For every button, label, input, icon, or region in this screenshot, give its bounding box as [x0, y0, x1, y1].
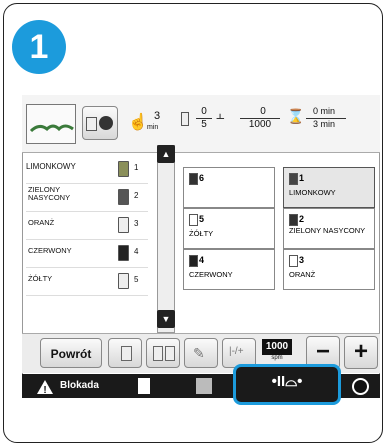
spool-icon [118, 245, 129, 261]
speed-unit-label: spm [271, 355, 283, 361]
wand-icon: ✎ [193, 345, 205, 361]
spool-icon [189, 214, 198, 226]
scroll-up-button[interactable]: ▲ [157, 145, 175, 163]
spool-cell[interactable]: 5 ŻÓŁTY [183, 208, 275, 249]
time-total: 3 min [312, 119, 335, 129]
step-number-badge: 1 [12, 20, 66, 74]
spool-icon [118, 273, 129, 289]
highlight-frame [233, 364, 341, 405]
speed-display: 1000 [262, 339, 292, 355]
list-item[interactable]: CZERWONY 4 [26, 239, 148, 268]
spool-icon [289, 173, 298, 185]
list-item[interactable]: ORANŻ 3 [26, 211, 148, 240]
color-total: 5 [201, 119, 207, 130]
stitch-total: 1000 [248, 119, 272, 130]
spool-icon [189, 255, 198, 267]
help-icon[interactable] [196, 378, 212, 394]
speed-value: 3 [153, 110, 161, 122]
speed-plus-button[interactable]: + [344, 336, 378, 369]
spool-icon [118, 217, 129, 233]
spool-icon [118, 189, 129, 205]
spool-icon [289, 214, 298, 226]
stop-icon [99, 116, 113, 130]
spool-cell-selected[interactable]: 1 LIMONKOWY [283, 167, 375, 208]
magic-wand-button[interactable]: ✎ [184, 338, 218, 368]
spool-cell[interactable]: 4 CZERWONY [183, 249, 275, 290]
lock-label: Blokada [60, 380, 99, 391]
list-item[interactable]: ZIELONY NASYCONY 2 [26, 183, 148, 212]
spool-icon [118, 161, 129, 177]
design-thumbnail[interactable] [26, 104, 76, 144]
spool-start-button[interactable] [108, 338, 142, 368]
spool-count-icon [181, 112, 189, 126]
back-button[interactable]: Powrót [40, 338, 102, 368]
spool-swap-button[interactable] [146, 338, 180, 368]
color-current: 0 [201, 106, 207, 117]
needle-icon: ⫠ [216, 106, 225, 122]
spool-grid: 6 1 LIMONKOWY 5 ŻÓŁTY 2 ZIELONY NASYCONY… [181, 165, 383, 290]
spool-icon [165, 346, 175, 361]
spool-icon [153, 346, 163, 361]
birds-icon [29, 124, 74, 133]
list-item[interactable]: ŻÓŁTY 5 [26, 267, 148, 296]
document-icon[interactable] [138, 378, 150, 394]
spool-cell[interactable]: 3 ORANŻ [283, 249, 375, 290]
spool-icon [86, 117, 97, 131]
spool-cell[interactable]: 2 ZIELONY NASYCONY [283, 208, 375, 249]
time-current: 0 min [312, 106, 335, 116]
scrollbar[interactable] [157, 145, 175, 333]
spool-icon [121, 346, 132, 361]
scroll-down-button[interactable]: ▼ [157, 310, 175, 328]
spool-icon [289, 255, 298, 267]
svg-text:!: ! [43, 385, 46, 395]
color-list: LIMONKOWY 1 ZIELONY NASYCONY 2 ORANŻ 3 C… [22, 155, 150, 325]
lock-button[interactable]: ! Blokada [30, 374, 118, 398]
hand-icon: ☝ [128, 114, 148, 131]
spool-icon [189, 173, 198, 185]
hourglass-icon: ⌛ [287, 108, 305, 124]
speed-unit: min [147, 124, 159, 131]
stop-button[interactable] [82, 106, 118, 140]
spool-cell[interactable]: 6 [183, 167, 275, 208]
stitch-current: 0 [260, 106, 266, 117]
warning-icon: ! [37, 380, 53, 395]
clock-icon[interactable] [352, 378, 369, 395]
needle-adjust-icon: |-/+ [229, 346, 244, 357]
list-item[interactable]: LIMONKOWY 1 [26, 155, 148, 184]
